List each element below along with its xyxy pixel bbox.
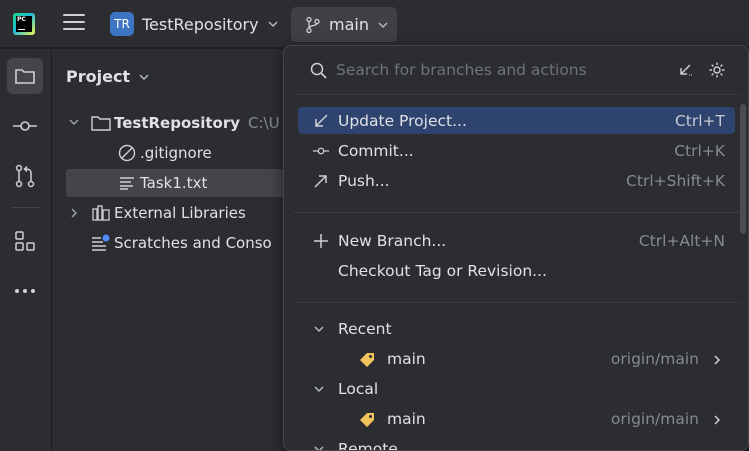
- tree-item-path-hint: C:\U: [248, 114, 280, 132]
- update-project-action[interactable]: Update Project... Ctrl+T: [298, 107, 735, 134]
- tree-item-gitignore[interactable]: .gitignore: [116, 139, 212, 167]
- text-file-icon: [120, 177, 134, 190]
- checkout-tag-action[interactable]: Checkout Tag or Revision...: [298, 257, 735, 284]
- chevron-down-icon: [314, 326, 324, 333]
- tree-item-testrepository[interactable]: TestRepository C:\U: [66, 109, 280, 137]
- branch-switcher[interactable]: main: [291, 7, 397, 42]
- remote-group[interactable]: Remote: [298, 437, 735, 450]
- push-arrow-icon: [314, 175, 327, 188]
- tree-item-external-libraries[interactable]: External Libraries: [66, 199, 246, 227]
- branch-tag-icon: [360, 353, 374, 367]
- tree-item-label: Scratches and Conso: [114, 234, 272, 252]
- project-tool-button[interactable]: [7, 58, 43, 94]
- local-group[interactable]: Local: [298, 377, 735, 404]
- commit-icon: [312, 147, 330, 155]
- tree-item-label: TestRepository: [114, 114, 240, 132]
- structure-tool-button[interactable]: [7, 223, 43, 259]
- scratches-icon: [92, 234, 110, 251]
- branch-tag-icon: [360, 413, 374, 427]
- tree-item-task1-txt[interactable]: Task1.txt: [66, 169, 292, 197]
- tool-window-strip: [0, 49, 52, 451]
- branch-search-row: [284, 46, 748, 94]
- separator: [293, 302, 741, 303]
- commit-action[interactable]: Commit... Ctrl+K: [298, 137, 735, 164]
- chevron-down-icon: [69, 119, 79, 126]
- project-name: TestRepository: [142, 14, 259, 34]
- branch-search-input[interactable]: [336, 59, 636, 81]
- more-tools-button[interactable]: [7, 273, 43, 309]
- chevron-right-icon: [714, 355, 721, 365]
- chevron-down-icon: [314, 386, 324, 393]
- search-icon: [310, 62, 327, 79]
- current-branch-label: main: [329, 15, 369, 34]
- library-icon: [92, 205, 110, 221]
- separator: [293, 212, 741, 213]
- tree-item-label: Task1.txt: [140, 174, 208, 192]
- chevron-right-icon: [71, 208, 78, 218]
- branch-popup: Update Project... Ctrl+T Commit... Ctrl+…: [283, 45, 749, 451]
- ignore-file-icon: [118, 144, 136, 162]
- folder-icon: [91, 116, 111, 131]
- pull-request-icon: [15, 164, 35, 188]
- more-icon: [15, 289, 35, 293]
- popup-scrollbar[interactable]: [740, 104, 746, 234]
- pull-requests-tool-button[interactable]: [7, 158, 43, 194]
- tree-item-scratches[interactable]: Scratches and Conso: [90, 229, 272, 257]
- tool-separator: [12, 207, 40, 208]
- new-branch-action[interactable]: New Branch... Ctrl+Alt+N: [298, 227, 735, 254]
- tree-item-label: .gitignore: [140, 144, 212, 162]
- project-panel: Project TestRepository C:\U .gitignore T…: [52, 49, 292, 451]
- chevron-down-icon: [268, 21, 278, 28]
- recent-group[interactable]: Recent: [298, 317, 735, 344]
- separator: [293, 94, 741, 95]
- chevron-down-icon: [314, 446, 324, 450]
- settings-gear-icon[interactable]: [708, 61, 726, 79]
- chevron-right-icon: [714, 415, 721, 425]
- plus-icon: [314, 234, 328, 248]
- commit-tool-button[interactable]: [7, 108, 43, 144]
- main-menu-button[interactable]: [63, 14, 85, 34]
- push-action[interactable]: Push... Ctrl+Shift+K: [298, 167, 735, 194]
- branch-item-local-main[interactable]: main origin/main: [298, 407, 735, 434]
- title-bar: PC TR TestRepository main: [0, 0, 749, 48]
- structure-icon: [15, 231, 35, 251]
- project-panel-title[interactable]: Project: [66, 67, 150, 86]
- pycharm-logo-icon[interactable]: PC: [13, 13, 35, 35]
- chevron-down-icon: [378, 21, 388, 28]
- branch-icon: [306, 16, 320, 33]
- project-avatar: TR: [110, 12, 134, 36]
- chevron-down-icon: [139, 73, 149, 80]
- tree-item-label: External Libraries: [114, 204, 246, 222]
- commit-icon: [13, 121, 37, 131]
- fetch-icon[interactable]: [677, 62, 693, 78]
- folder-icon: [15, 69, 35, 84]
- branch-item-recent-main[interactable]: main origin/main: [298, 347, 735, 374]
- project-switcher[interactable]: TR TestRepository: [106, 8, 283, 40]
- update-arrow-icon: [315, 114, 328, 127]
